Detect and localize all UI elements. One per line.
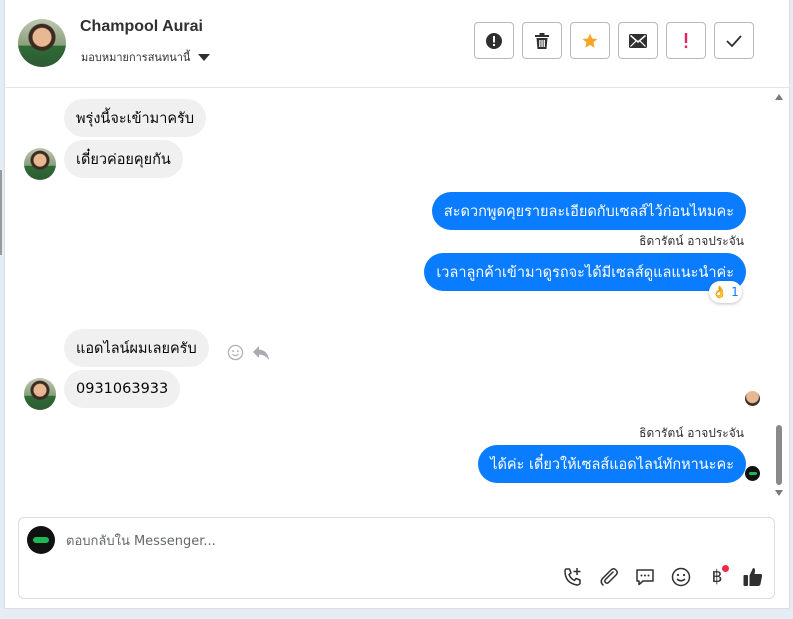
message-bubble[interactable]: เดี๋ยวค่อยคุยกัน <box>64 140 183 178</box>
contact-message-avatar <box>24 148 56 180</box>
react-emoji-icon[interactable] <box>227 344 244 361</box>
message-bubble[interactable]: เวลาลูกค้าเข้ามาดูรถจะได้มีเซลส์ดูแลแนะน… <box>424 253 746 291</box>
message-bubble[interactable]: สะดวกพูดคุยรายละเอียดกับเซลส์ไว้ก่อนไหมค… <box>431 192 746 230</box>
conversation-panel: Champool Aurai มอบหมายการสนทนานี้ พรุ่งน… <box>4 0 791 609</box>
call-button[interactable] <box>560 564 586 590</box>
sender-name: ธิดารัตน์ อาจประจัน <box>639 426 744 440</box>
assign-label: มอบหมายการสนทนานี้ <box>81 51 191 64</box>
reply-input[interactable] <box>66 532 666 550</box>
reply-composer: ฿ <box>18 517 775 599</box>
payment-button[interactable]: ฿ <box>704 564 730 590</box>
caret-down-icon <box>198 53 211 61</box>
emoji-button[interactable] <box>668 564 694 590</box>
scroll-down-arrow-icon[interactable] <box>775 490 783 496</box>
emoji-icon <box>671 567 691 587</box>
baht-icon: ฿ <box>711 567 723 587</box>
star-icon <box>582 33 598 48</box>
composer-tools: ฿ <box>560 564 766 590</box>
check-icon <box>726 34 742 47</box>
reaction-count: 1 <box>731 285 739 299</box>
scroll-up-arrow-icon[interactable] <box>775 94 783 100</box>
notification-dot <box>722 565 729 572</box>
sender-name: ธิดารัตน์ อาจประจัน <box>639 234 744 248</box>
exclamation-icon <box>684 32 688 48</box>
header-actions <box>474 22 754 59</box>
mark-unread-button[interactable] <box>618 22 658 59</box>
spam-button[interactable] <box>474 22 514 59</box>
message-bubble[interactable]: แอดไลน์ผมเลยครับ <box>64 329 209 367</box>
trash-icon <box>535 32 549 49</box>
message-bubble[interactable]: ได้ค่ะ เดี๋ยวให้เซลส์แอดไลน์ทักหานะคะ <box>478 445 746 483</box>
spam-icon <box>486 32 502 49</box>
saved-reply-button[interactable] <box>632 564 658 590</box>
message-bubble[interactable]: 0931063933 <box>64 370 181 408</box>
contact-avatar[interactable] <box>18 19 66 67</box>
window-edge <box>0 170 2 255</box>
follow-up-button[interactable] <box>666 22 706 59</box>
like-button[interactable] <box>740 564 766 590</box>
saved-reply-icon <box>636 569 654 586</box>
attach-button[interactable] <box>596 564 622 590</box>
star-button[interactable] <box>570 22 610 59</box>
scrollbar-thumb[interactable] <box>776 425 782 485</box>
call-add-icon <box>564 568 581 586</box>
delete-button[interactable] <box>522 22 562 59</box>
chat-scrollbar[interactable] <box>773 89 785 501</box>
mail-icon <box>629 33 647 48</box>
attach-icon <box>600 568 618 586</box>
message-reaction[interactable]: 👌 1 <box>709 281 742 303</box>
page-seen-avatar <box>745 466 760 481</box>
reaction-emoji: 👌 <box>712 285 728 299</box>
assign-conversation-dropdown[interactable]: มอบหมายการสนทนานี้ <box>81 48 211 66</box>
contact-name[interactable]: Champool Aurai <box>80 18 203 36</box>
message-list: พรุ่งนี้จะเข้ามาครับ เดี๋ยวค่อยคุยกัน สะ… <box>5 89 791 501</box>
reply-icon[interactable] <box>252 345 270 361</box>
like-icon <box>743 568 763 586</box>
seen-indicator-avatar <box>745 391 760 406</box>
conversation-header: Champool Aurai มอบหมายการสนทนานี้ <box>5 0 791 88</box>
message-hover-actions <box>227 344 270 361</box>
message-bubble[interactable]: พรุ่งนี้จะเข้ามาครับ <box>64 99 207 137</box>
contact-message-avatar <box>24 378 56 410</box>
mark-done-button[interactable] <box>714 22 754 59</box>
page-avatar <box>27 526 55 554</box>
